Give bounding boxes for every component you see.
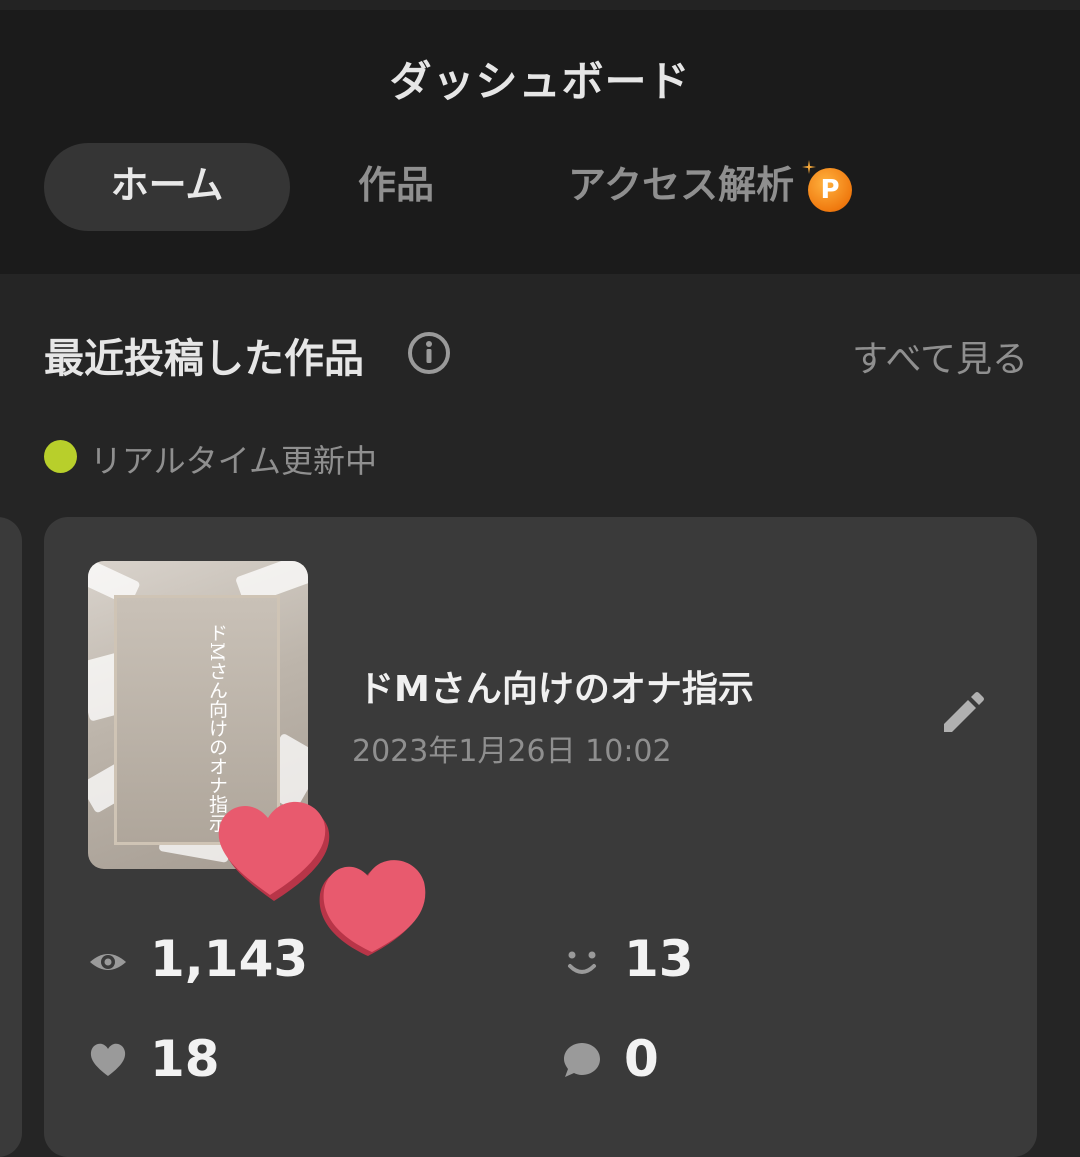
- speech-bubble-icon: [564, 1043, 600, 1077]
- tab-access-analytics[interactable]: アクセス解析: [568, 143, 794, 231]
- views-count: 1,143: [150, 930, 309, 988]
- reactions-count: 13: [624, 930, 694, 988]
- sparkle-icon: [802, 160, 816, 174]
- work-date: 2023年1月26日 10:02: [352, 734, 672, 769]
- premium-badge: P: [808, 168, 852, 212]
- tab-home[interactable]: ホーム: [44, 143, 290, 231]
- likes-count: 18: [150, 1030, 220, 1088]
- comments-count: 0: [624, 1030, 659, 1088]
- realtime-status: リアルタイム更新中: [90, 442, 378, 480]
- eye-icon: [90, 954, 126, 970]
- page-title: ダッシュボード: [389, 57, 691, 106]
- info-icon[interactable]: [406, 330, 452, 376]
- heart-icon: [90, 1043, 126, 1076]
- see-all-link[interactable]: すべて見る: [852, 330, 1028, 382]
- smile-icon: [568, 951, 596, 974]
- dashboard-header: ダッシュボード ホーム 作品 アクセス解析 P: [0, 0, 1080, 274]
- status-divider: [0, 0, 1080, 10]
- work-title[interactable]: ドMさん向けのオナ指示: [358, 660, 754, 712]
- realtime-indicator-dot: [44, 440, 77, 473]
- pencil-icon[interactable]: [938, 690, 986, 738]
- section-title: 最近投稿した作品: [44, 336, 364, 382]
- previous-work-card[interactable]: [0, 517, 22, 1157]
- tab-works[interactable]: 作品: [358, 143, 434, 231]
